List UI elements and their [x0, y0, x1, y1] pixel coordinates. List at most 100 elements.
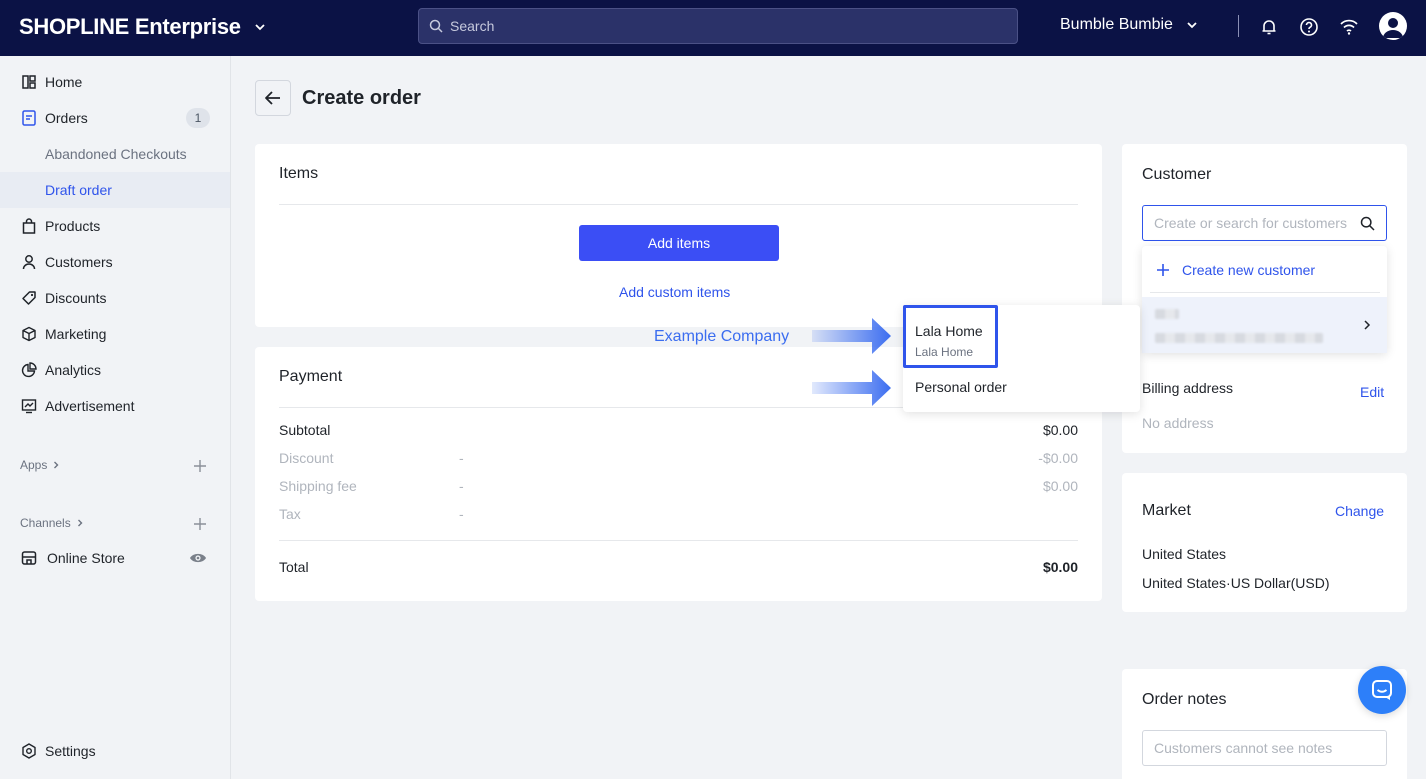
company-option-subtitle: Lala Home [915, 345, 974, 359]
customer-result-item[interactable] [1142, 297, 1387, 353]
chat-support-button[interactable] [1358, 666, 1406, 714]
sidebar-item-label: Products [45, 218, 101, 234]
ad-chart-icon [20, 397, 38, 415]
sidebar-item-marketing[interactable]: Marketing [0, 316, 230, 352]
sidebar-item-customers[interactable]: Customers [0, 244, 230, 280]
pie-chart-icon [20, 361, 38, 379]
divider [279, 204, 1078, 205]
bag-icon [20, 217, 38, 235]
group-label: Channels [20, 516, 71, 530]
chat-icon [1372, 680, 1392, 700]
eye-icon[interactable] [189, 551, 207, 565]
sidebar-item-advertisement[interactable]: Advertisement [0, 388, 230, 424]
search-icon [1360, 216, 1375, 231]
sidebar-item-label: Abandoned Checkouts [45, 146, 187, 162]
items-title: Items [279, 165, 319, 182]
store-icon [20, 549, 38, 567]
topbar-divider [1238, 15, 1239, 37]
company-option-lala-home[interactable]: Lala Home Lala Home [903, 305, 998, 368]
store-name: Bumble Bumbie [1060, 16, 1173, 33]
shipping-dash: - [459, 478, 464, 494]
shipping-fee-label: Shipping fee [279, 478, 357, 494]
sidebar-item-label: Advertisement [45, 398, 135, 414]
customer-title: Customer [1142, 166, 1212, 183]
customer-search-input[interactable]: Create or search for customers [1142, 205, 1387, 241]
global-search-input[interactable]: Search [418, 8, 1018, 44]
chevron-right-icon [77, 519, 83, 527]
discount-dash: - [459, 450, 464, 466]
chevron-down-icon [1187, 22, 1197, 29]
sidebar-item-draft-order[interactable]: Draft order [0, 172, 230, 208]
redacted-customer-name [1155, 309, 1179, 319]
page-title: Create order [302, 87, 421, 109]
total-value: $0.00 [1042, 559, 1078, 575]
sidebar-item-settings[interactable]: Settings [0, 733, 230, 769]
orders-icon [20, 109, 38, 127]
gear-icon [20, 742, 38, 760]
billing-address-label: Billing address [1142, 380, 1234, 396]
create-new-customer-option[interactable]: Create new customer [1156, 262, 1315, 278]
order-notes-placeholder: Customers cannot see notes [1154, 740, 1333, 756]
wifi-icon[interactable] [1338, 16, 1360, 38]
search-icon [429, 19, 443, 33]
market-card [1122, 473, 1407, 612]
store-switcher[interactable]: Bumble Bumbie [1060, 16, 1199, 34]
add-channel-icon[interactable] [193, 517, 207, 531]
sidebar-item-products[interactable]: Products [0, 208, 230, 244]
sidebar-item-discounts[interactable]: Discounts [0, 280, 230, 316]
tag-icon [20, 289, 38, 307]
sidebar-group-apps[interactable]: Apps [20, 458, 61, 472]
personal-order-option[interactable]: Personal order [915, 379, 1007, 395]
tax-label: Tax [279, 506, 301, 522]
customer-search-placeholder: Create or search for customers [1154, 215, 1347, 231]
sidebar-item-analytics[interactable]: Analytics [0, 352, 230, 388]
arrow-left-icon [265, 91, 280, 105]
back-button[interactable] [255, 80, 291, 116]
sidebar-item-label: Home [45, 74, 83, 90]
billing-edit-link[interactable]: Edit [1360, 384, 1384, 400]
orders-count-badge: 1 [186, 108, 210, 128]
market-currency: United States·US Dollar(USD) [1142, 575, 1330, 591]
sidebar-item-label: Customers [45, 254, 113, 270]
market-change-link[interactable]: Change [1335, 503, 1384, 519]
annotation-label: Example Company [654, 328, 790, 345]
divider [279, 540, 1078, 541]
market-country: United States [1142, 546, 1227, 562]
top-bar: SHOPLINE Enterprise Search Bumble Bumbie [0, 0, 1426, 56]
sidebar-item-label: Settings [45, 743, 96, 759]
add-app-icon[interactable] [193, 459, 207, 473]
sidebar-item-label: Discounts [45, 290, 107, 306]
sidebar-item-home[interactable]: Home [0, 64, 230, 100]
discount-value: -$0.00 [1038, 450, 1078, 466]
bell-icon[interactable] [1258, 16, 1280, 38]
shipping-fee-value: $0.00 [1042, 478, 1078, 494]
sidebar-group-channels[interactable]: Channels [20, 516, 85, 530]
plus-icon [1157, 264, 1169, 276]
person-icon [20, 253, 38, 271]
add-items-button[interactable]: Add items [579, 225, 779, 261]
brand-logo: SHOPLINE Enterprise [19, 14, 241, 39]
brand-switcher[interactable]: SHOPLINE Enterprise [19, 14, 267, 40]
sidebar-item-abandoned-checkouts[interactable]: Abandoned Checkouts [0, 136, 230, 172]
total-label: Total [279, 559, 309, 575]
company-option-name: Lala Home [915, 323, 983, 339]
search-placeholder: Search [450, 18, 495, 34]
annotation-arrow-icon [812, 370, 891, 406]
order-notes-title: Order notes [1142, 691, 1227, 708]
sidebar-item-label: Draft order [45, 182, 112, 198]
divider [1150, 292, 1380, 293]
cube-icon [20, 325, 38, 343]
customer-dropdown: Create new customer [1142, 246, 1387, 353]
sidebar-item-label: Marketing [45, 326, 107, 342]
help-icon[interactable] [1298, 16, 1320, 38]
redacted-customer-email [1155, 333, 1323, 343]
sidebar-item-label: Online Store [47, 550, 125, 566]
user-avatar[interactable] [1379, 12, 1407, 40]
add-custom-items-link[interactable]: Add custom items [619, 284, 730, 300]
sidebar-item-orders[interactable]: Orders 1 [0, 100, 230, 136]
market-title: Market [1142, 502, 1191, 519]
discount-label: Discount [279, 450, 334, 466]
tax-dash: - [459, 506, 464, 522]
payment-title: Payment [279, 368, 343, 385]
order-notes-input[interactable]: Customers cannot see notes [1142, 730, 1387, 766]
